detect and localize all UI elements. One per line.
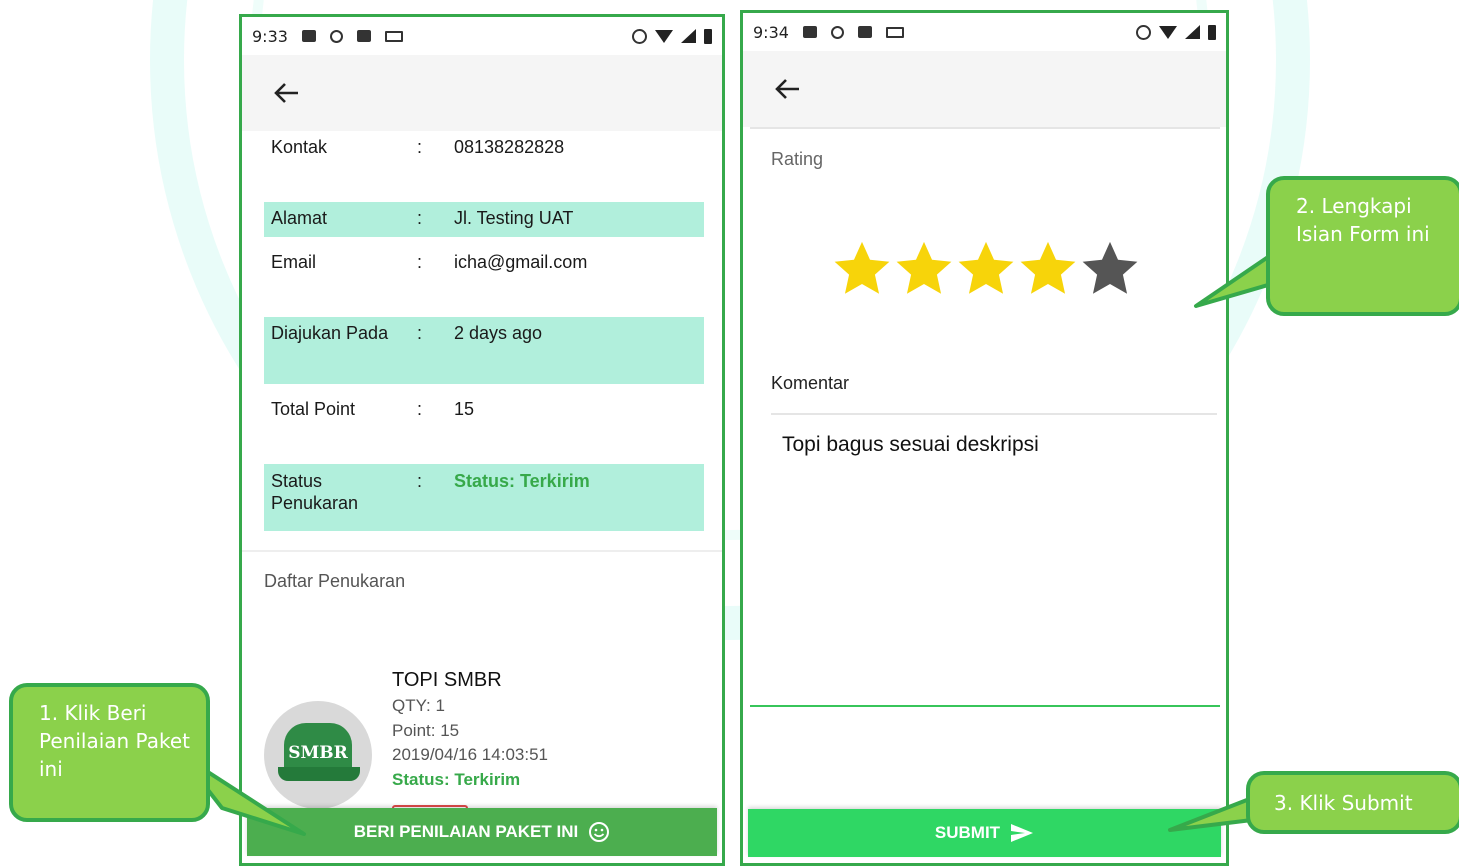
- detail-colon: :: [417, 252, 423, 272]
- back-arrow-icon[interactable]: [270, 76, 304, 110]
- star-icon[interactable]: [955, 238, 1017, 300]
- detail-row-alamat: Alamat : Jl. Testing UAT: [264, 202, 704, 237]
- signal-icon: [681, 29, 696, 43]
- detail-label: Email: [271, 252, 317, 272]
- detail-colon: :: [417, 323, 423, 343]
- app-bar: [743, 51, 1226, 127]
- detail-row-total-point: Total Point : 15: [264, 393, 704, 426]
- detail-colon: :: [417, 471, 423, 491]
- detail-colon: :: [417, 137, 423, 157]
- star-icon[interactable]: [893, 238, 955, 300]
- hat-logo: SMBR: [288, 743, 348, 763]
- detail-value: 2 days ago: [454, 323, 543, 343]
- detail-label: Diajukan Pada: [271, 323, 389, 343]
- callout-step-2-text: 2. Lengkapi Isian Form ini: [1296, 194, 1430, 246]
- wifi-icon: [1159, 25, 1177, 39]
- detail-row-kontak: Kontak : 08138282828: [264, 131, 704, 164]
- callout-step-2: 2. Lengkapi Isian Form ini: [1266, 176, 1459, 316]
- rating-stars[interactable]: [831, 238, 1141, 300]
- comment-textarea[interactable]: Topi bagus sesuai deskripsi: [750, 415, 1220, 707]
- callout-step-1: 1. Klik Beri Penilaian Paket ini: [9, 683, 210, 822]
- callout-step-3-text: 3. Klik Submit: [1274, 791, 1413, 815]
- rate-button-label: BERI PENILAIAN PAKET INI: [353, 822, 579, 841]
- detail-label: Kontak: [271, 137, 328, 157]
- divider: [750, 127, 1220, 129]
- laptop-icon: [384, 30, 403, 42]
- app-bar: [242, 55, 722, 131]
- detail-colon: :: [417, 208, 423, 228]
- star-icon[interactable]: [1079, 238, 1141, 300]
- send-icon: [1010, 823, 1034, 843]
- submit-button[interactable]: SUBMIT: [748, 809, 1221, 857]
- submit-button-label: SUBMIT: [934, 823, 1001, 842]
- section-title: Daftar Penukaran: [264, 571, 406, 591]
- battery-icon: [704, 28, 712, 44]
- detail-row-email: Email : icha@gmail.com: [264, 246, 704, 279]
- status-time: 9:33: [252, 26, 288, 46]
- smiley-icon: [588, 821, 610, 843]
- notification-icon: [802, 26, 817, 38]
- detail-value: Jl. Testing UAT: [454, 208, 574, 228]
- status-bar: 9:34: [743, 13, 1226, 51]
- rate-package-button[interactable]: BERI PENILAIAN PAKET INI: [247, 808, 717, 856]
- laptop-icon: [885, 26, 904, 38]
- detail-value: 15: [454, 399, 475, 419]
- status-time: 9:34: [753, 22, 789, 42]
- comment-label: Komentar: [771, 373, 850, 393]
- back-arrow-icon[interactable]: [771, 72, 805, 106]
- battery-icon: [1208, 24, 1216, 40]
- wifi-icon: [655, 29, 673, 43]
- alarm-icon: [632, 28, 647, 44]
- detail-value-status: Status: Terkirim: [454, 471, 590, 491]
- detail-row-diajukan: Diajukan Pada : 2 days ago: [264, 317, 704, 384]
- detail-value: icha@gmail.com: [454, 252, 588, 272]
- callout-step-3: 3. Klik Submit: [1246, 771, 1459, 834]
- hat-brim: [278, 767, 360, 781]
- detail-value: 08138282828: [454, 137, 565, 157]
- detail-row-status: Status Penukaran : Status: Terkirim: [264, 464, 704, 531]
- rating-label: Rating: [771, 149, 824, 169]
- alarm-icon: [1136, 24, 1151, 40]
- phone-screen-detail: 9:33 Kontak : 08138282828 Alamat : Jl. T…: [239, 14, 725, 866]
- signal-icon: [1185, 25, 1200, 39]
- product-image: SMBR: [264, 701, 372, 809]
- message-icon: [356, 30, 371, 42]
- item-qty: QTY: 1: [392, 696, 445, 715]
- item-name: TOPI SMBR: [392, 669, 502, 691]
- divider: [242, 550, 722, 552]
- status-bar: 9:33: [242, 17, 722, 55]
- detail-label: Total Point: [271, 399, 356, 419]
- phone-screen-rating-form: 9:34 Rating Komentar Topi bagus sesuai d…: [740, 10, 1229, 866]
- star-icon[interactable]: [1017, 238, 1079, 300]
- detail-label: Status Penukaran: [271, 471, 359, 513]
- notification-icon: [301, 30, 316, 42]
- item-date: 2019/04/16 14:03:51: [392, 745, 548, 764]
- callout-step-1-text: 1. Klik Beri Penilaian Paket ini: [39, 701, 190, 781]
- detail-colon: :: [417, 399, 423, 419]
- star-icon[interactable]: [831, 238, 893, 300]
- item-status: Status: Terkirim: [392, 769, 521, 789]
- shield-icon: [830, 25, 844, 39]
- message-icon: [857, 26, 872, 38]
- comment-text: Topi bagus sesuai deskripsi: [782, 433, 1039, 456]
- item-point: Point: 15: [392, 720, 460, 740]
- detail-label: Alamat: [271, 208, 328, 228]
- item-info: TOPI SMBR QTY: 1 Point: 15 2019/04/16 14…: [392, 667, 548, 792]
- shield-icon: [329, 29, 343, 43]
- list-item[interactable]: SMBR TOPI SMBR QTY: 1 Point: 15 2019/04/…: [264, 667, 704, 827]
